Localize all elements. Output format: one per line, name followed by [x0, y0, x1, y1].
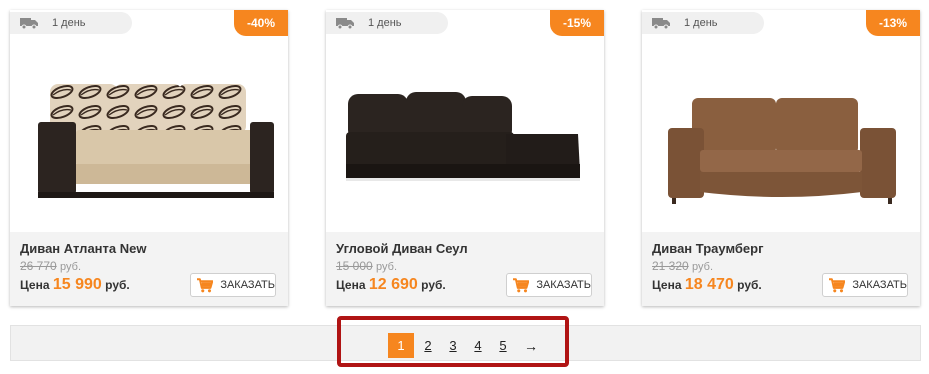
pagination-highlight-frame	[337, 316, 569, 367]
price-unit: руб.	[105, 278, 130, 292]
price-label: Цена	[20, 278, 50, 292]
delivery-badge: 1 день	[642, 12, 764, 34]
discount-badge: -13%	[866, 10, 920, 36]
old-price-value: 21 320	[652, 259, 689, 273]
order-button-label: ЗАКАЗАТЬ	[852, 279, 907, 291]
product-name[interactable]: Диван Атланта New	[20, 241, 146, 256]
discount-badge: -15%	[550, 10, 604, 36]
old-price: 26 770 руб.	[20, 259, 81, 273]
price-unit: руб.	[421, 278, 446, 292]
truck-icon	[20, 18, 38, 29]
order-button[interactable]: ЗАКАЗАТЬ	[822, 273, 908, 297]
price-label: Цена	[652, 278, 682, 292]
delivery-time: 1 день	[368, 17, 402, 29]
product-image[interactable]	[652, 42, 910, 222]
delivery-badge: 1 день	[326, 12, 448, 34]
product-image[interactable]	[20, 42, 278, 222]
cart-icon	[513, 277, 530, 292]
discount-badge: -40%	[234, 10, 288, 36]
order-button-label: ЗАКАЗАТЬ	[536, 279, 591, 291]
old-price: 15 000 руб.	[336, 259, 397, 273]
cart-icon	[197, 277, 214, 292]
current-price: Цена 18 470 руб.	[652, 276, 762, 294]
product-name[interactable]: Диван Траумберг	[652, 241, 764, 256]
price-value: 12 690	[368, 276, 418, 293]
order-button[interactable]: ЗАКАЗАТЬ	[506, 273, 592, 297]
product-card: 1 день -13% Диван Траумберг 21 320 руб. …	[642, 10, 920, 306]
old-price: 21 320 руб.	[652, 259, 713, 273]
current-price: Цена 12 690 руб.	[336, 276, 446, 294]
old-price-unit: руб.	[692, 261, 714, 273]
price-label: Цена	[336, 278, 366, 292]
old-price-value: 15 000	[336, 259, 373, 273]
old-price-unit: руб.	[376, 261, 398, 273]
product-name[interactable]: Угловой Диван Сеул	[336, 241, 468, 256]
cart-icon	[829, 277, 846, 292]
delivery-badge: 1 день	[10, 12, 132, 34]
price-value: 18 470	[684, 276, 734, 293]
truck-icon	[336, 18, 354, 29]
product-card: 1 день -15% Угловой Диван Сеул 15 000 ру…	[326, 10, 604, 306]
old-price-value: 26 770	[20, 259, 57, 273]
product-card: 1 день -40% Диван Атланта New 26 770 руб…	[10, 10, 288, 306]
price-value: 15 990	[52, 276, 102, 293]
truck-icon	[652, 18, 670, 29]
order-button[interactable]: ЗАКАЗАТЬ	[190, 273, 276, 297]
product-image[interactable]	[336, 42, 594, 222]
delivery-time: 1 день	[52, 17, 86, 29]
old-price-unit: руб.	[60, 261, 82, 273]
price-unit: руб.	[737, 278, 762, 292]
delivery-time: 1 день	[684, 17, 718, 29]
order-button-label: ЗАКАЗАТЬ	[220, 279, 275, 291]
current-price: Цена 15 990 руб.	[20, 276, 130, 294]
